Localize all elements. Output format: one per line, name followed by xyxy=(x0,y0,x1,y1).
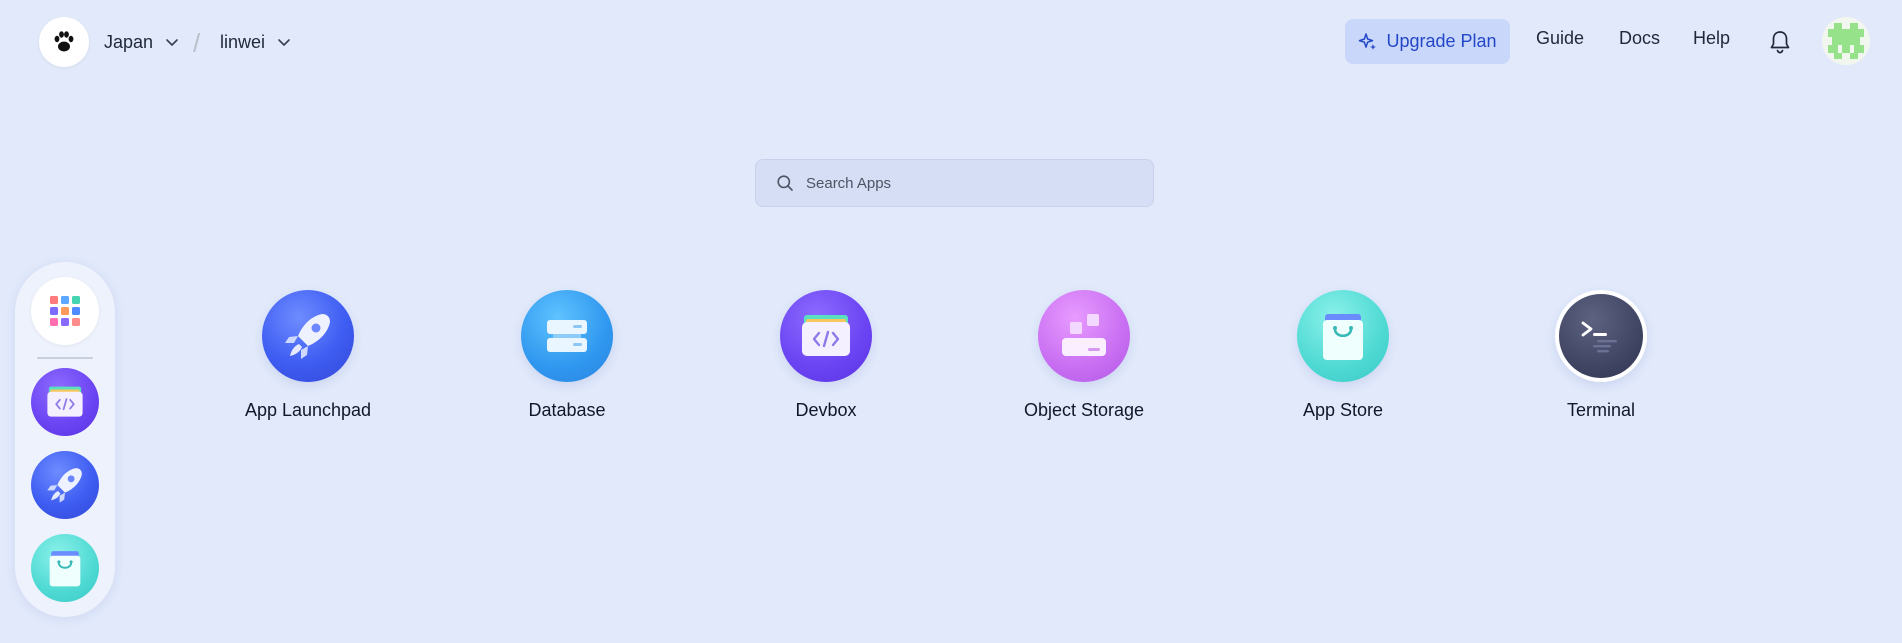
app-label: Object Storage xyxy=(1023,400,1145,420)
app-label: App Store xyxy=(1302,400,1384,420)
shopping-bag-icon xyxy=(49,551,81,587)
search-icon xyxy=(777,175,793,191)
app-label: App Launchpad xyxy=(244,400,372,420)
region-selector[interactable]: Japan xyxy=(104,26,179,58)
app-label: Database xyxy=(528,400,606,420)
paw-icon xyxy=(54,31,74,52)
app-tile-app-launchpad[interactable]: App Launchpad xyxy=(208,290,408,421)
app-tile-database[interactable]: Database xyxy=(467,290,667,421)
chevron-down-icon xyxy=(277,35,291,49)
help-link[interactable]: Help xyxy=(1693,28,1730,49)
dock-divider xyxy=(37,357,93,359)
guide-link[interactable]: Guide xyxy=(1536,28,1584,49)
pixel-avatar-icon xyxy=(1822,17,1870,65)
app-tile-object-storage[interactable]: Object Storage xyxy=(984,290,1184,421)
workspace-label: linwei xyxy=(220,31,266,52)
workspace-selector[interactable]: linwei xyxy=(220,26,291,58)
object-storage-icon xyxy=(1038,290,1130,382)
upgrade-plan-button[interactable]: Upgrade Plan xyxy=(1345,19,1510,64)
dock-app-store-button[interactable] xyxy=(31,534,99,602)
app-tile-devbox[interactable]: Devbox xyxy=(726,290,926,421)
devbox-icon xyxy=(47,386,83,417)
shopping-bag-icon xyxy=(1297,290,1389,382)
search-bar[interactable] xyxy=(755,159,1154,207)
app-dock xyxy=(15,262,115,617)
region-label: Japan xyxy=(104,31,154,52)
upgrade-plan-label: Upgrade Plan xyxy=(1386,31,1497,51)
rocket-icon xyxy=(47,468,82,503)
sparkle-icon xyxy=(1359,32,1377,50)
devbox-icon xyxy=(780,290,872,382)
docs-link[interactable]: Docs xyxy=(1619,28,1660,49)
database-icon xyxy=(521,290,613,382)
notification-bell-icon[interactable] xyxy=(1768,29,1792,55)
rocket-icon xyxy=(262,290,354,382)
dock-app-launchpad-button[interactable] xyxy=(31,451,99,519)
dock-all-apps-button[interactable] xyxy=(31,277,99,345)
app-label: Devbox xyxy=(795,400,857,420)
search-input[interactable] xyxy=(806,174,1126,192)
chevron-down-icon xyxy=(165,35,179,49)
dock-devbox-button[interactable] xyxy=(31,368,99,436)
terminal-icon xyxy=(1555,290,1647,382)
app-tile-terminal[interactable]: Terminal xyxy=(1501,290,1701,421)
top-bar: Japan / linwei Upgrade Plan Guide Docs H… xyxy=(0,0,1902,84)
app-label: Terminal xyxy=(1566,400,1636,420)
app-grid-icon xyxy=(50,296,80,326)
user-avatar[interactable] xyxy=(1822,17,1870,65)
breadcrumb-separator: / xyxy=(193,28,201,58)
app-tile-app-store[interactable]: App Store xyxy=(1243,290,1443,421)
brand-logo[interactable] xyxy=(39,17,89,67)
